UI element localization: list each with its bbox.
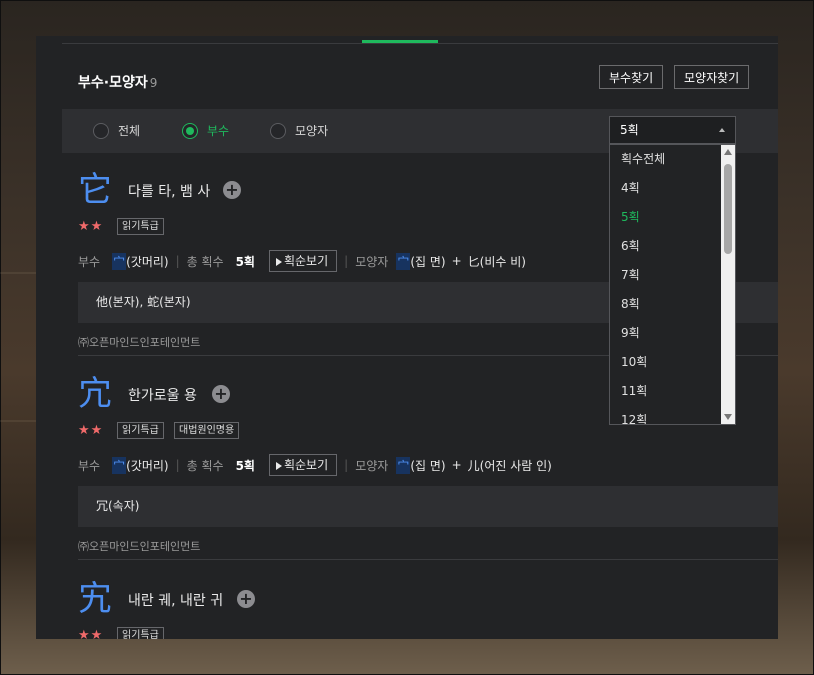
info-row: 부수 宀 (갓머리) | 총 획수 5획 획순보기 | 모양자 宀 (집 면) + … bbox=[78, 454, 552, 476]
tab-underline bbox=[62, 43, 778, 44]
level-badge: 읽기특급 bbox=[117, 422, 164, 439]
stroke-order-button[interactable]: 획순보기 bbox=[268, 454, 338, 476]
find-radical-button[interactable]: 부수찾기 bbox=[599, 65, 664, 89]
scroll-down-arrow-icon[interactable] bbox=[724, 414, 732, 420]
difficulty-stars: ★★ bbox=[78, 219, 104, 234]
stroke-option[interactable]: 8획 bbox=[610, 290, 735, 319]
entry-divider bbox=[78, 559, 778, 560]
play-icon bbox=[275, 462, 282, 470]
stroke-select-value: 5획 bbox=[620, 123, 639, 137]
plus-sign: + bbox=[451, 458, 462, 472]
variant-forms: 冗(속자) bbox=[78, 486, 778, 527]
hanja-meaning[interactable]: 내란 궤, 내란 귀 bbox=[128, 590, 223, 610]
section-title: 부수·모양자 9 bbox=[78, 72, 157, 92]
dropdown-scrollbar[interactable] bbox=[721, 145, 735, 424]
stroke-option[interactable]: 획수전체 bbox=[610, 145, 735, 174]
plus-sign: + bbox=[451, 254, 462, 268]
active-tab-indicator bbox=[362, 40, 438, 43]
stroke-option[interactable]: 11획 bbox=[610, 377, 735, 406]
filter-shape-label: 모양자 bbox=[295, 124, 329, 138]
source-credit: ㈜오픈마인드인포테인먼트 bbox=[78, 336, 201, 349]
wood-grain bbox=[0, 420, 36, 422]
radical-label: 부수 bbox=[78, 458, 101, 473]
hanja-meaning[interactable]: 다를 타, 뱀 사 bbox=[128, 181, 210, 201]
total-strokes-label: 총 획수 bbox=[186, 458, 224, 473]
shape-label: 모양자 bbox=[355, 458, 389, 473]
filter-all-radio[interactable]: 전체 bbox=[93, 122, 140, 139]
add-plus-icon[interactable]: + bbox=[223, 181, 241, 199]
info-row: 부수 宀 (갓머리) | 총 획수 5획 획순보기 | 모양자 宀 (집 면) + … bbox=[78, 250, 526, 272]
radical-name[interactable]: (갓머리) bbox=[126, 457, 168, 474]
radio-circle-icon bbox=[270, 122, 286, 139]
radical-name[interactable]: (갓머리) bbox=[126, 253, 168, 270]
hanja-character[interactable]: 它 bbox=[78, 170, 112, 210]
radio-circle-icon bbox=[93, 122, 109, 139]
shape-part-name[interactable]: (집 면) bbox=[410, 253, 445, 270]
filter-all-label: 전체 bbox=[118, 124, 141, 138]
stroke-option[interactable]: 4획 bbox=[610, 174, 735, 203]
hanja-character[interactable]: 宄 bbox=[78, 579, 112, 619]
shape-part[interactable]: 匕(비수 비) bbox=[468, 253, 526, 270]
add-plus-icon[interactable]: + bbox=[237, 590, 255, 608]
stroke-count: 5획 bbox=[235, 254, 255, 269]
shape-part-name[interactable]: (집 면) bbox=[410, 457, 445, 474]
difficulty-stars: ★★ bbox=[78, 628, 104, 639]
shape-part-char[interactable]: 宀 bbox=[396, 456, 411, 474]
radical-shape-panel: 부수·모양자 9 부수찾기 모양자찾기 전체 부수 모양자 5획 획수전체 4획 … bbox=[36, 36, 778, 639]
divider-bar: | bbox=[344, 254, 349, 268]
shape-part[interactable]: 儿(어진 사람 인) bbox=[468, 457, 552, 474]
play-icon bbox=[275, 258, 282, 266]
stroke-option[interactable]: 6획 bbox=[610, 232, 735, 261]
stroke-dropdown-list[interactable]: 획수전체 4획 5획 6획 7획 8획 9획 10획 11획 12획 bbox=[609, 144, 736, 425]
shape-label: 모양자 bbox=[355, 254, 389, 269]
divider-bar: | bbox=[175, 458, 180, 472]
filter-shape-radio[interactable]: 모양자 bbox=[270, 122, 328, 139]
filter-radical-radio[interactable]: 부수 bbox=[182, 122, 229, 139]
stroke-order-button[interactable]: 획순보기 bbox=[268, 250, 338, 272]
radical-label: 부수 bbox=[78, 254, 101, 269]
scroll-up-arrow-icon[interactable] bbox=[724, 149, 732, 155]
stroke-option-selected[interactable]: 5획 bbox=[610, 203, 735, 232]
source-credit: ㈜오픈마인드인포테인먼트 bbox=[78, 540, 201, 553]
stroke-order-label: 획순보기 bbox=[283, 254, 329, 268]
radio-checked-icon bbox=[182, 122, 198, 139]
scrollbar-thumb[interactable] bbox=[724, 164, 732, 254]
stroke-option[interactable]: 7획 bbox=[610, 261, 735, 290]
total-strokes-label: 총 획수 bbox=[186, 254, 224, 269]
divider-bar: | bbox=[175, 254, 180, 268]
wood-grain bbox=[0, 272, 36, 274]
filter-radical-label: 부수 bbox=[207, 124, 230, 138]
difficulty-stars: ★★ bbox=[78, 423, 104, 438]
caret-up-icon bbox=[719, 128, 725, 132]
add-plus-icon[interactable]: + bbox=[212, 385, 230, 403]
shape-part-char[interactable]: 宀 bbox=[396, 252, 411, 270]
find-shape-button[interactable]: 모양자찾기 bbox=[674, 65, 750, 89]
radical-char[interactable]: 宀 bbox=[112, 456, 127, 474]
stroke-count-select[interactable]: 5획 bbox=[609, 116, 736, 144]
divider-bar: | bbox=[344, 458, 349, 472]
result-count: 9 bbox=[149, 76, 158, 90]
section-title-text: 부수·모양자 bbox=[78, 75, 148, 91]
hanja-meaning[interactable]: 한가로울 용 bbox=[128, 385, 197, 405]
stroke-option[interactable]: 10획 bbox=[610, 348, 735, 377]
court-name-badge: 대법원인명용 bbox=[174, 422, 240, 439]
stroke-order-label: 획순보기 bbox=[283, 458, 329, 472]
radical-char[interactable]: 宀 bbox=[112, 252, 127, 270]
stroke-option[interactable]: 12획 bbox=[610, 406, 735, 424]
level-badge: 읽기특급 bbox=[117, 218, 164, 235]
hanja-character[interactable]: 宂 bbox=[78, 374, 112, 414]
level-badge: 읽기특급 bbox=[117, 627, 164, 639]
stroke-option[interactable]: 9획 bbox=[610, 319, 735, 348]
stroke-count: 5획 bbox=[235, 458, 255, 473]
